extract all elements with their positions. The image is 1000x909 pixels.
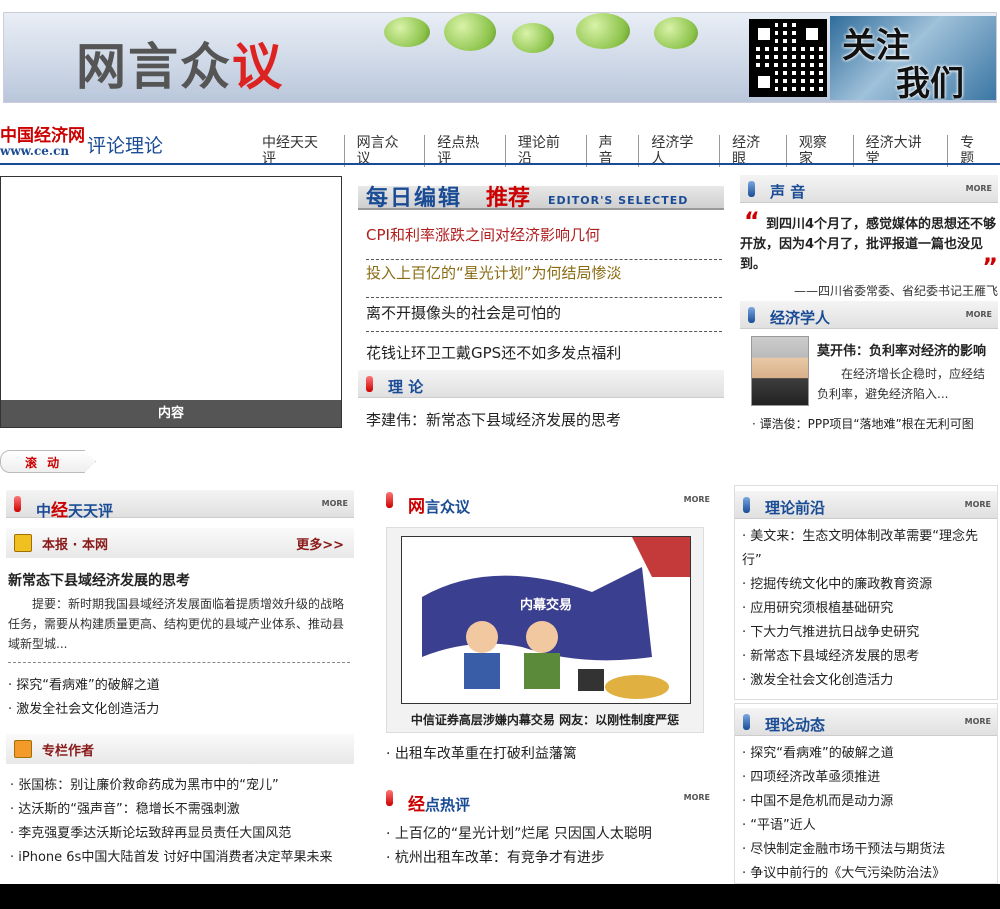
list-item-link[interactable]: · 激发全社会文化创造活力 xyxy=(8,698,160,722)
list-item-link[interactable]: · 杭州出租车改革：有竞争才有进步 xyxy=(386,846,652,870)
editor-selected-header: 每日编辑 推荐 Editor's Selected xyxy=(358,186,724,211)
list-item-link[interactable]: · 李克强夏季达沃斯论坛致辞再显员责任大国风范 xyxy=(10,822,332,846)
list-item-link[interactable]: · 美文来：生态文明体制改革需要“理念先行” xyxy=(742,525,992,573)
hot-comment-header: 经点热评 MORE xyxy=(378,784,716,815)
voice-quote[interactable]: “ 到四川4个月了，感觉媒体的思想还不够开放，因为4个月了，批评报道一篇也没见到… xyxy=(740,209,998,301)
top-banner[interactable]: 网言众议 关注 我们 xyxy=(3,12,997,103)
list-item-link[interactable]: · 尽快制定金融市场干预法与期货法 xyxy=(742,838,945,862)
bubble-decoration xyxy=(384,17,430,47)
dynamics-list: · 探究“看病难”的破解之道 · 四项经济改革亟须推进 · 中国不是危机而是动力… xyxy=(742,742,945,886)
divider xyxy=(8,662,350,663)
economist-title[interactable]: 莫开伟：负利率对经济的影响 xyxy=(817,340,986,359)
cartoon-text: 内幕交易 xyxy=(520,597,572,613)
voice-header: 声 音 MORE xyxy=(740,175,998,203)
site-logo[interactable]: 中国经济网 www.ce.cn xyxy=(0,128,85,159)
list-item-link[interactable]: · 张国栋：别让廉价救命药成为黑市中的“宠儿” xyxy=(10,774,332,798)
cartoon-briefcase xyxy=(578,669,604,691)
bubble-decoration xyxy=(654,17,698,49)
frontier-list: · 美文来：生态文明体制改革需要“理念先行” · 挖掘传统文化中的廉政教育资源 … xyxy=(742,525,992,693)
list-item-link[interactable]: · “平语”近人 xyxy=(742,814,945,838)
more-link[interactable]: MORE xyxy=(966,184,992,193)
column-icon xyxy=(14,740,32,758)
wangyan-header: 网言众议 MORE xyxy=(378,486,716,517)
more-link[interactable]: MORE xyxy=(684,793,710,802)
list-item-link[interactable]: · 新常态下县域经济发展的思考 xyxy=(742,645,992,669)
list-item-link[interactable]: · 四项经济改革亟须推进 xyxy=(742,766,945,790)
list-item-link[interactable]: · 下大力气推进抗日战争史研究 xyxy=(742,621,992,645)
list-item-link[interactable]: · 中国不是危机而是动力源 xyxy=(742,790,945,814)
photo-caption[interactable]: 内容 xyxy=(1,400,341,427)
more-link[interactable]: MORE xyxy=(965,717,991,726)
economist-header: 经济学人 MORE xyxy=(740,301,998,329)
list-item-link[interactable]: · 出租车改革重在打破利益藩篱 xyxy=(386,742,577,766)
cartoon-person-right xyxy=(526,621,558,653)
list-item-link[interactable]: · 争议中前行的《大气污染防治法》 xyxy=(742,862,945,886)
bottom-bar xyxy=(0,884,1000,909)
theory-header: 理 论 xyxy=(358,370,724,398)
theory-link[interactable]: 李建伟：新常态下县域经济发展的思考 xyxy=(366,408,621,432)
dynamics-header: 理论动态 MORE xyxy=(735,708,997,736)
headline-link[interactable]: CPI和利率涨跌之间对经济影响几何 xyxy=(366,226,722,260)
hot-list: · 上百亿的“星光计划”烂尾 只因国人太聪明 · 杭州出租车改革：有竞争才有进步 xyxy=(386,822,652,870)
cartoon-card[interactable]: 内幕交易 中信证券高层涉嫌内幕交易 网友：以刚性制度严惩 xyxy=(386,527,704,733)
list-item-link[interactable]: · 探究“看病难”的破解之道 xyxy=(8,674,160,698)
more-link[interactable]: MORE xyxy=(966,310,992,319)
section-title: 评论理论 xyxy=(87,135,164,157)
list-item-link[interactable]: · 探究“看病难”的破解之道 xyxy=(742,742,945,766)
follow-us-banner[interactable]: 关注 我们 xyxy=(830,16,996,100)
list-item-link[interactable]: · iPhone 6s中国大陆首发 讨好中国消费者决定苹果未来 xyxy=(10,846,332,870)
qr-code xyxy=(749,19,827,97)
headline-link[interactable]: 离不开摄像头的社会是可怕的 xyxy=(366,304,722,332)
headline-link[interactable]: 投入上百亿的“星光计划”为何结局惨淡 xyxy=(366,264,722,298)
economist-link[interactable]: · 谭浩俊：PPP项目“落地难”根在无利可图 xyxy=(752,412,974,436)
more-link[interactable]: MORE xyxy=(322,499,348,508)
bubble-decoration xyxy=(576,13,630,49)
bubble-decoration xyxy=(444,13,496,51)
economist-desc: 在经济增长企稳时，应经结负利率，避免经济陷入... xyxy=(817,367,986,401)
more-link[interactable]: MORE xyxy=(684,495,710,504)
nav-divider xyxy=(0,163,1000,165)
subsection-header: 专栏作者 xyxy=(6,734,354,764)
list-item-link[interactable]: · 挖掘传统文化中的廉政教育资源 xyxy=(742,573,992,597)
photo-slideshow[interactable]: 内容 xyxy=(0,176,342,428)
cartoon-caption[interactable]: 中信证券高层涉嫌内幕交易 网友：以刚性制度严惩 xyxy=(387,711,703,728)
frontier-header: 理论前沿 MORE xyxy=(735,491,997,519)
columnist-list: · 张国栋：别让廉价救命药成为黑市中的“宠儿” · 达沃斯的“强声音”：稳增长不… xyxy=(10,774,332,870)
bubble-decoration xyxy=(512,23,554,53)
banner-title: 网言众议 xyxy=(76,38,284,96)
list-item-link[interactable]: · 达沃斯的“强声音”：稳增长不需强刺激 xyxy=(10,798,332,822)
wangyan-list: · 出租车改革重在打破利益藩篱 xyxy=(386,742,577,766)
subsection-header: 本报 · 本网 更多>> xyxy=(6,528,354,558)
story-summary: 提要：新时期我国县域经济发展面临着提质增效升级的战略任务，需要从构建质量更高、结… xyxy=(8,597,345,651)
cartoon-person-left xyxy=(466,621,498,653)
list-item-link[interactable]: · 应用研究须根植基础研究 xyxy=(742,597,992,621)
story-title[interactable]: 新常态下县域经济发展的思考 xyxy=(8,570,190,590)
economist-photo[interactable] xyxy=(751,336,809,406)
more-link[interactable]: 更多>> xyxy=(296,534,344,553)
economist-list: · 谭浩俊：PPP项目“落地难”根在无利可图 xyxy=(752,412,974,436)
daily-comment-header: 中经天天评 MORE xyxy=(6,490,354,521)
document-icon xyxy=(14,534,32,552)
cartoon-person-left-body xyxy=(464,653,500,689)
more-link[interactable]: MORE xyxy=(965,500,991,509)
scroll-tab[interactable]: 滚 动 xyxy=(0,450,96,473)
cartoon-person-right-body xyxy=(524,653,560,689)
list-item-link[interactable]: · 激发全社会文化创造活力 xyxy=(742,669,992,693)
daily-list: · 探究“看病难”的破解之道 · 激发全社会文化创造活力 xyxy=(8,674,160,722)
headline-link[interactable]: 花钱让环卫工戴GPS还不如多发点福利 xyxy=(366,344,722,364)
theory-list: 李建伟：新常态下县域经济发展的思考 xyxy=(366,408,621,432)
list-item-link[interactable]: · 上百亿的“星光计划”烂尾 只因国人太聪明 xyxy=(386,822,652,846)
cartoon-image[interactable]: 内幕交易 xyxy=(401,536,691,704)
cartoon-coins xyxy=(605,675,669,699)
